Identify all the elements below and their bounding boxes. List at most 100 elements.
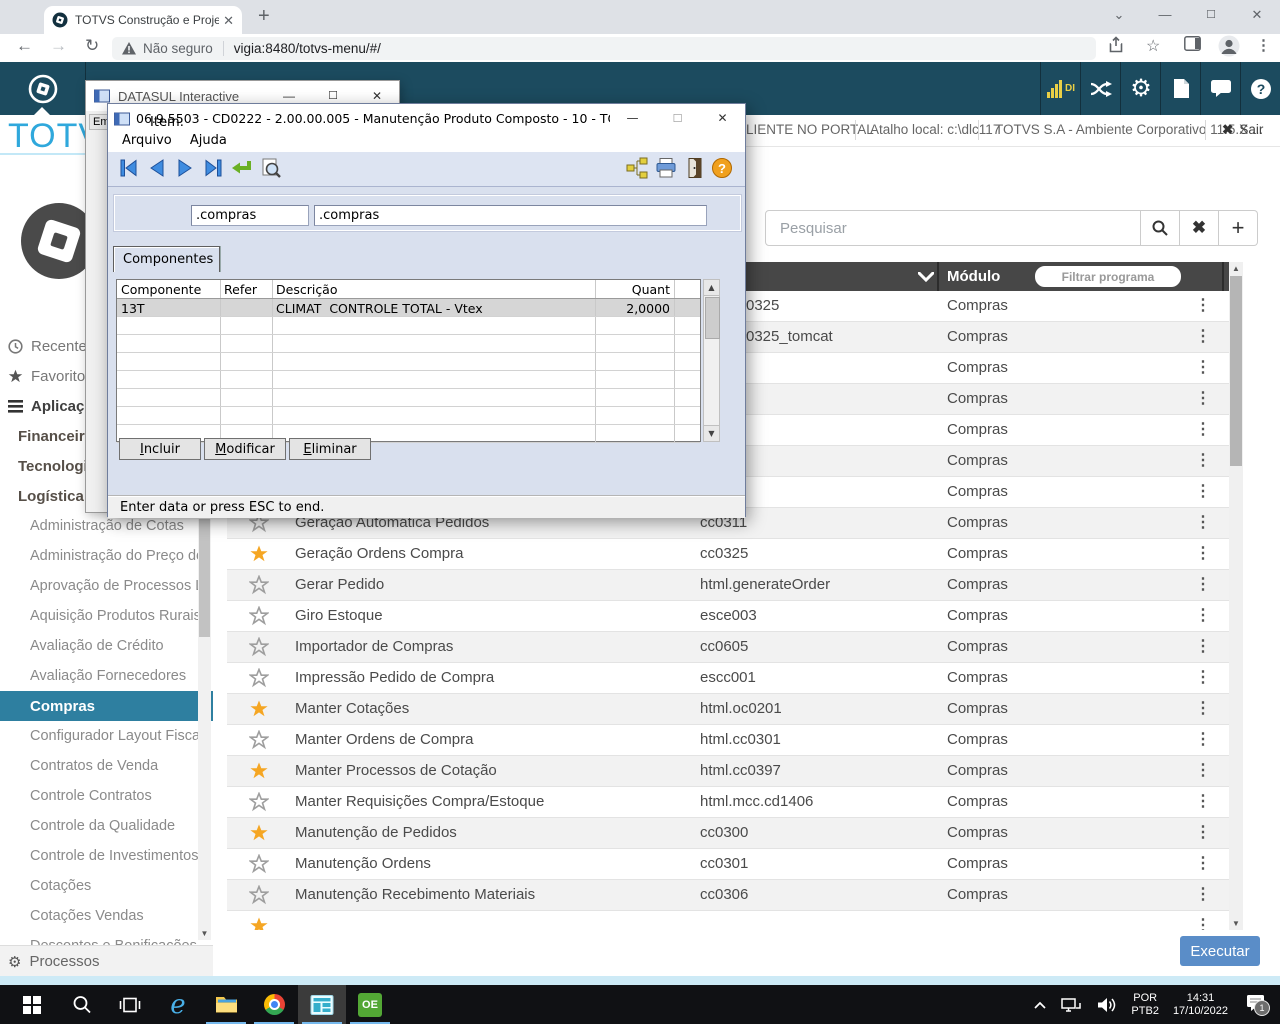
program-row-manuten-o-ordens[interactable]: Manutenção Ordens cc0301 Compras ⋮ [227,849,1229,880]
new-tab-button[interactable]: + [258,5,270,28]
clock[interactable]: 14:31 17/10/2022 [1173,992,1228,1018]
favorite-star-icon[interactable] [247,791,271,817]
row-menu-kebab-icon[interactable]: ⋮ [1195,574,1211,594]
component-empty-row[interactable] [117,407,700,425]
favorite-star-icon[interactable] [249,544,269,569]
di-monitor-button[interactable]: DI [1040,62,1081,115]
tab-close-icon[interactable]: ✕ [223,14,234,27]
incluir-button[interactable]: Incluir [119,438,201,460]
taskbar-datasul-button[interactable] [298,985,346,1024]
totvs-logo-cell[interactable] [0,62,86,115]
window-maximize-icon[interactable]: ☐ [1188,0,1234,32]
sidebar-item-descontos-e-bonifica-es[interactable]: Descontos e Bonificações [0,931,213,945]
menu-arquivo[interactable]: Arquivo [122,133,172,148]
hierarchy-button[interactable] [624,155,650,181]
executar-button[interactable]: Executar [1180,936,1260,966]
row-menu-kebab-icon[interactable]: ⋮ [1195,822,1211,842]
sidebar-item-avalia-o-de-cr-dito[interactable]: Avaliação de Crédito [0,631,213,661]
network-icon[interactable] [1061,996,1083,1014]
next-record-button[interactable] [172,155,198,181]
program-row-gerar-pedido[interactable]: Gerar Pedido html.generateOrder Compras ⋮ [227,570,1229,601]
favorite-star-icon[interactable] [247,605,271,631]
favorite-star-icon[interactable] [247,729,271,755]
row-menu-kebab-icon[interactable]: ⋮ [1195,884,1211,904]
program-row-manter-ordens-de-compra[interactable]: Manter Ordens de Compra html.cc0301 Compra… [227,725,1229,756]
eliminar-button[interactable]: Eliminar [289,438,371,460]
col-quant[interactable]: Quant [595,282,670,297]
first-record-button[interactable] [116,155,142,181]
component-row-13t[interactable]: 13T CLIMAT CONTROLE TOTAL - Vtex 2,0000 [117,299,700,317]
favorite-star-icon[interactable] [247,853,271,879]
reload-icon[interactable]: ↻ [85,36,99,56]
search-button[interactable] [1141,210,1180,246]
sidebar-item-controle-de-investimentos[interactable]: Controle de Investimentos [0,841,213,871]
search-zoom-button[interactable] [258,155,284,181]
address-bar[interactable]: Não seguro vigia:8480/totvs-menu/#/ [112,37,1096,60]
sidebar-item-processos[interactable]: ⚙ Processos [0,945,213,977]
row-menu-kebab-icon[interactable]: ⋮ [1195,791,1211,811]
program-row-importador-de-compras[interactable]: Importador de Compras cc0605 Compras ⋮ [227,632,1229,663]
dialog-title-bar[interactable]: 06.9.5503 - CD0222 - 2.00.00.005 - Manut… [108,104,745,133]
go-return-button[interactable] [228,155,254,181]
taskbar-chrome-button[interactable] [250,985,298,1024]
program-row[interactable]: ⋮ [227,911,1229,930]
sidebar-item-configurador-layout-fiscal[interactable]: Configurador Layout Fiscal [0,721,213,751]
start-button[interactable] [8,985,56,1024]
row-menu-kebab-icon[interactable]: ⋮ [1195,481,1211,501]
favorite-star-icon[interactable] [247,574,271,600]
favorite-star-icon[interactable] [249,916,269,930]
row-menu-kebab-icon[interactable]: ⋮ [1195,419,1211,439]
scroll-down-icon[interactable]: ▼ [1229,917,1243,930]
scroll-down-icon[interactable]: ▼ [704,425,719,441]
filter-program-input[interactable]: Filtrar programa [1035,266,1181,287]
forward-icon[interactable]: → [50,36,67,56]
favorite-star-icon[interactable] [247,667,271,693]
row-menu-kebab-icon[interactable]: ⋮ [1195,326,1211,346]
sidebar-item-cota-es[interactable]: Cotações [0,871,213,901]
row-menu-kebab-icon[interactable]: ⋮ [1195,295,1211,315]
modificar-button[interactable]: Modificar [204,438,286,460]
close-icon[interactable]: ✕ [700,104,745,133]
row-menu-kebab-icon[interactable]: ⋮ [1195,450,1211,470]
favorite-star-icon[interactable] [247,884,271,910]
language-indicator[interactable]: POR PTB2 [1131,992,1159,1018]
component-empty-row[interactable] [117,389,700,407]
dialog-help-button[interactable]: ? [709,155,735,181]
favorite-star-icon[interactable] [249,761,269,786]
row-menu-kebab-icon[interactable]: ⋮ [1195,636,1211,656]
sidebar-scrollbar-thumb[interactable] [199,519,210,637]
row-menu-kebab-icon[interactable]: ⋮ [1195,512,1211,532]
shuffle-button[interactable] [1080,62,1121,115]
sidebar-item-controle-contratos[interactable]: Controle Contratos [0,781,213,811]
main-scrollbar[interactable]: ▲ ▼ [1229,262,1243,930]
program-row-manter-cota-es[interactable]: Manter Cotações html.oc0201 Compras ⋮ [227,694,1229,725]
chat-button[interactable] [1200,62,1241,115]
program-row-gera-o-ordens-compra[interactable]: Geração Ordens Compra cc0325 Compras ⋮ [227,539,1229,570]
favorite-star-icon[interactable] [247,636,271,662]
sidebar-item-controle-da-qualidade[interactable]: Controle da Qualidade [0,811,213,841]
share-icon[interactable] [1108,36,1124,58]
hidden-icons-chevron[interactable] [1033,1000,1047,1010]
col-componente[interactable]: Componente [121,282,201,297]
component-empty-row[interactable] [117,335,700,353]
favorite-star-icon[interactable] [249,699,269,724]
row-menu-kebab-icon[interactable]: ⋮ [1195,760,1211,780]
row-menu-kebab-icon[interactable]: ⋮ [1195,543,1211,563]
taskbar-openedge-button[interactable]: OE [346,985,394,1024]
row-menu-kebab-icon[interactable]: ⋮ [1195,357,1211,377]
program-row-manuten-o-de-pedidos[interactable]: Manutenção de Pedidos cc0300 Compras ⋮ [227,818,1229,849]
side-panel-icon[interactable] [1184,36,1201,56]
row-menu-kebab-icon[interactable]: ⋮ [1195,667,1211,687]
sidebar-item-aquisi-o-produtos-rurais[interactable]: Aquisição Produtos Rurais [0,601,213,631]
exit-door-button[interactable] [682,155,708,181]
program-row-giro-estoque[interactable]: Giro Estoque esce003 Compras ⋮ [227,601,1229,632]
row-menu-kebab-icon[interactable]: ⋮ [1195,605,1211,625]
components-grid-scrollbar[interactable]: ▲ ▼ [703,279,720,442]
row-menu-kebab-icon[interactable]: ⋮ [1195,388,1211,408]
program-row-manter-processos-de-cota-o[interactable]: Manter Processos de Cotação html.cc0397 Co… [227,756,1229,787]
sidebar-item-cota-es-vendas[interactable]: Cotações Vendas [0,901,213,931]
search-input[interactable]: Pesquisar [765,210,1141,246]
sidebar-item-aprova-o-de-processos-l[interactable]: Aprovação de Processos L [0,571,213,601]
sidebar-scrollbar[interactable]: ▼ [198,519,211,940]
sidebar-scroll-down-icon[interactable]: ▼ [198,927,211,940]
